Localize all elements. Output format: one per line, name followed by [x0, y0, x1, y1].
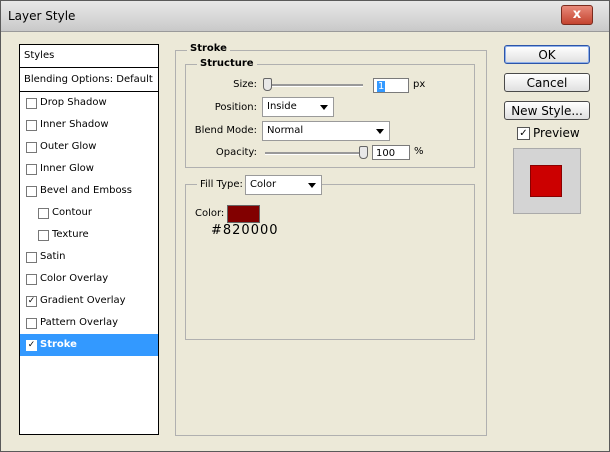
new-style-button[interactable]: New Style...: [504, 101, 590, 120]
style-item-label: Texture: [52, 229, 89, 240]
style-item-label: Pattern Overlay: [40, 317, 119, 328]
style-item[interactable]: Texture: [20, 224, 158, 246]
style-item[interactable]: Inner Glow: [20, 158, 158, 180]
style-checkbox[interactable]: [26, 252, 37, 263]
dialog-body: Styles Blending Options: Default Drop Sh…: [1, 32, 609, 451]
layer-style-dialog: Layer Style x Styles Blending Options: D…: [0, 0, 610, 452]
color-hex-label: #820000: [211, 223, 279, 238]
opacity-input[interactable]: 100: [372, 145, 410, 160]
close-icon: x: [572, 7, 582, 22]
style-item[interactable]: ✓ Stroke: [20, 334, 158, 356]
style-checkbox[interactable]: [38, 230, 49, 241]
structure-title: Structure: [197, 58, 257, 69]
chevron-down-icon: [320, 105, 328, 110]
styles-list: Styles Blending Options: Default Drop Sh…: [19, 44, 159, 435]
style-item[interactable]: Contour: [20, 202, 158, 224]
fill-type-label: Fill Type:: [197, 179, 246, 190]
opacity-slider-track[interactable]: [265, 152, 365, 155]
size-label: Size:: [233, 79, 257, 90]
style-item[interactable]: ✓ Gradient Overlay: [20, 290, 158, 312]
style-item-label: Bevel and Emboss: [40, 185, 132, 196]
blending-options-item[interactable]: Blending Options: Default: [20, 68, 158, 92]
size-slider-track[interactable]: [263, 84, 363, 87]
style-checkbox[interactable]: ✓: [26, 296, 37, 307]
ok-button[interactable]: OK: [504, 45, 590, 64]
opacity-slider-thumb[interactable]: [359, 146, 368, 159]
preview-thumbnail: [513, 148, 581, 214]
style-checkbox[interactable]: [38, 208, 49, 219]
style-checkbox[interactable]: [26, 318, 37, 329]
size-unit: px: [413, 79, 426, 90]
size-value: 1: [377, 81, 386, 92]
style-item-label: Satin: [40, 251, 66, 262]
color-swatch[interactable]: [227, 205, 260, 223]
preview-label: Preview: [533, 126, 580, 140]
style-item[interactable]: Color Overlay: [20, 268, 158, 290]
chevron-down-icon: [376, 129, 384, 134]
style-checkbox[interactable]: ✓: [26, 340, 37, 351]
style-item-label: Inner Shadow: [40, 119, 109, 130]
position-value: Inside: [267, 101, 297, 112]
style-item-label: Drop Shadow: [40, 97, 107, 108]
style-item[interactable]: Inner Shadow: [20, 114, 158, 136]
style-checkbox[interactable]: [26, 142, 37, 153]
styles-header[interactable]: Styles: [20, 45, 158, 68]
style-checkbox[interactable]: [26, 164, 37, 175]
style-item-label: Outer Glow: [40, 141, 97, 152]
position-dropdown[interactable]: Inside: [262, 97, 334, 117]
stroke-title: Stroke: [187, 43, 230, 54]
color-label: Color:: [195, 208, 225, 219]
size-slider-thumb[interactable]: [263, 78, 272, 91]
cancel-button[interactable]: Cancel: [504, 73, 590, 92]
style-checkbox[interactable]: [26, 120, 37, 131]
preview-checkbox[interactable]: ✓: [517, 127, 530, 140]
title-bar[interactable]: Layer Style x: [1, 1, 609, 32]
preview-shape: [530, 165, 562, 197]
blend-mode-value: Normal: [267, 125, 304, 136]
blend-mode-label: Blend Mode:: [194, 125, 257, 136]
style-item[interactable]: Bevel and Emboss: [20, 180, 158, 202]
style-item-label: Gradient Overlay: [40, 295, 126, 306]
size-input[interactable]: 1: [373, 78, 409, 93]
style-item[interactable]: Drop Shadow: [20, 92, 158, 114]
opacity-label: Opacity:: [215, 147, 257, 158]
close-button[interactable]: x: [561, 5, 593, 25]
style-item[interactable]: Pattern Overlay: [20, 312, 158, 334]
checkmark-icon: ✓: [519, 128, 528, 139]
position-label: Position:: [214, 102, 257, 113]
style-checkbox[interactable]: [26, 186, 37, 197]
style-checkbox[interactable]: [26, 274, 37, 285]
style-item-label: Inner Glow: [40, 163, 94, 174]
style-checkbox[interactable]: [26, 98, 37, 109]
fill-type-value: Color: [250, 179, 277, 190]
window-title: Layer Style: [8, 9, 76, 23]
style-item[interactable]: Satin: [20, 246, 158, 268]
style-item-label: Stroke: [40, 339, 77, 350]
fill-type-dropdown[interactable]: Color: [245, 175, 322, 195]
opacity-unit: %: [414, 146, 424, 157]
style-item[interactable]: Outer Glow: [20, 136, 158, 158]
chevron-down-icon: [308, 183, 316, 188]
style-item-label: Contour: [52, 207, 92, 218]
blend-mode-dropdown[interactable]: Normal: [262, 121, 390, 141]
opacity-value: 100: [376, 148, 396, 159]
style-item-label: Color Overlay: [40, 273, 109, 284]
